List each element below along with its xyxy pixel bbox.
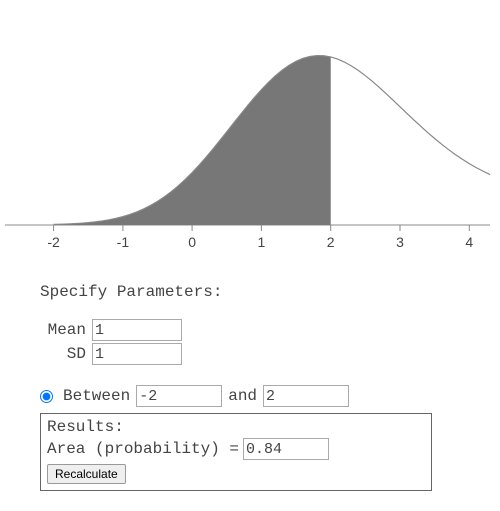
between-radio[interactable] xyxy=(40,390,53,403)
area-label: Area (probability) = xyxy=(47,440,239,458)
shaded-area xyxy=(54,56,331,225)
sd-input[interactable] xyxy=(92,343,182,365)
tick-label: 2 xyxy=(327,234,335,250)
between-label: Between xyxy=(63,387,130,405)
tick-label: 1 xyxy=(258,234,266,250)
mean-label: Mean xyxy=(40,321,92,339)
normal-distribution-chart: -2 -1 0 1 2 3 4 xyxy=(0,0,500,265)
results-box: Results: Area (probability) = Recalculat… xyxy=(40,413,432,491)
x-ticks: -2 -1 0 1 2 3 4 xyxy=(47,225,473,250)
between-and: and xyxy=(228,387,257,405)
tick-label: 0 xyxy=(188,234,196,250)
recalculate-button[interactable]: Recalculate xyxy=(47,464,126,484)
tick-label: 3 xyxy=(396,234,404,250)
between-lo-input[interactable] xyxy=(136,385,222,407)
tick-label: 4 xyxy=(465,234,473,250)
between-hi-input[interactable] xyxy=(263,385,349,407)
area-output[interactable] xyxy=(243,438,329,460)
sd-label: SD xyxy=(40,345,92,363)
tick-label: -2 xyxy=(47,234,60,250)
mean-input[interactable] xyxy=(92,319,182,341)
results-title: Results: xyxy=(47,418,425,436)
parameters-title: Specify Parameters: xyxy=(40,283,500,301)
tick-label: -1 xyxy=(117,234,130,250)
